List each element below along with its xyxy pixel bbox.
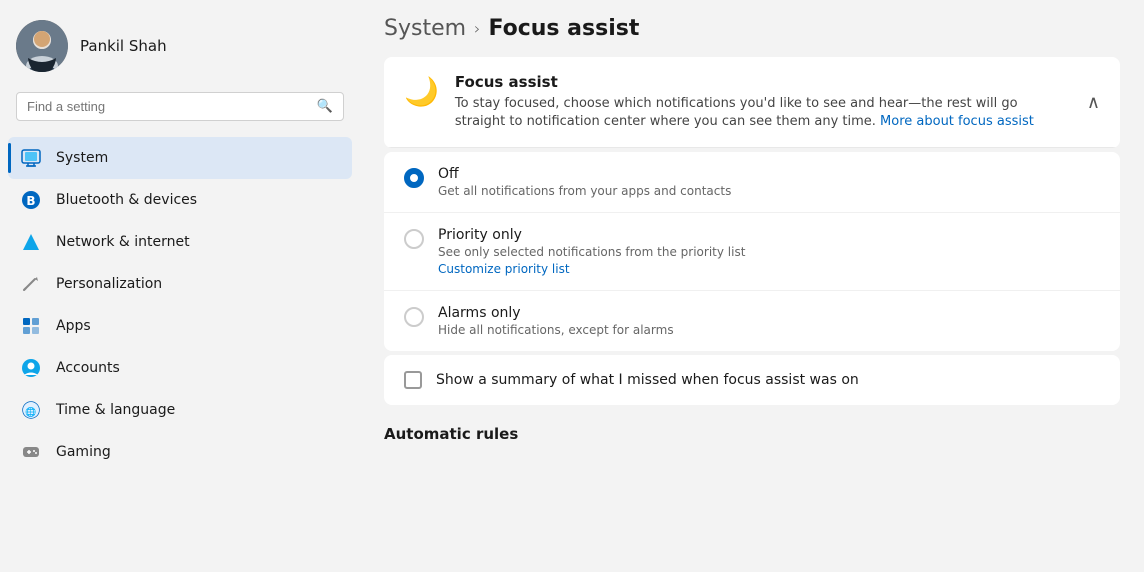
card-title: Focus assist [455,73,1071,91]
radio-desc-alarms: Hide all notifications, except for alarm… [438,323,1100,337]
search-container: 🔍 [0,88,360,133]
radio-desc-priority: See only selected notifications from the… [438,245,1100,259]
sidebar-item-accounts[interactable]: Accounts [8,347,352,389]
radio-button-off[interactable] [404,168,424,188]
card-header: 🌙 Focus assist To stay focused, choose w… [384,57,1120,148]
show-summary-checkbox[interactable] [404,371,422,389]
profile-section: Pankil Shah [0,0,360,88]
sidebar-item-label-accounts: Accounts [56,360,120,376]
radio-title-off: Off [438,166,1100,182]
sidebar-item-label-bluetooth: Bluetooth & devices [56,192,197,208]
sidebar-item-label-gaming: Gaming [56,444,111,460]
breadcrumb-chevron: › [474,19,480,38]
focus-assist-card: 🌙 Focus assist To stay focused, choose w… [384,57,1120,148]
radio-option-off[interactable]: Off Get all notifications from your apps… [384,152,1120,213]
radio-label-alarms: Alarms only Hide all notifications, exce… [438,305,1100,337]
system-icon [20,147,42,169]
radio-option-alarms[interactable]: Alarms only Hide all notifications, exce… [384,291,1120,351]
sidebar-item-label-personalization: Personalization [56,276,162,292]
radio-options-section: Off Get all notifications from your apps… [384,152,1120,351]
breadcrumb-current: Focus assist [488,16,639,41]
accounts-icon [20,357,42,379]
radio-option-priority[interactable]: Priority only See only selected notifica… [384,213,1120,291]
sidebar: Pankil Shah 🔍 System B [0,0,360,572]
search-icon: 🔍 [317,99,333,114]
sidebar-item-system[interactable]: System [8,137,352,179]
svg-text:B: B [26,194,35,208]
sidebar-item-label-system: System [56,150,108,166]
radio-label-off: Off Get all notifications from your apps… [438,166,1100,198]
collapse-chevron[interactable]: ∧ [1087,92,1100,113]
breadcrumb: System › Focus assist [384,16,1120,41]
checkbox-option[interactable]: Show a summary of what I missed when foc… [384,355,1120,405]
sidebar-item-label-time: Time & language [56,402,175,418]
main-content: System › Focus assist 🌙 Focus assist To … [360,0,1144,572]
sidebar-item-network[interactable]: Network & internet [8,221,352,263]
checkbox-section: Show a summary of what I missed when foc… [384,355,1120,405]
sidebar-item-gaming[interactable]: Gaming [8,431,352,473]
svg-text:🌐: 🌐 [25,406,36,418]
focus-assist-icon: 🌙 [404,75,439,108]
radio-label-priority: Priority only See only selected notifica… [438,227,1100,276]
radio-button-priority[interactable] [404,229,424,249]
nav-list: System B Bluetooth & devices Network & i… [0,133,360,572]
gaming-icon [20,441,42,463]
apps-icon [20,315,42,337]
radio-desc-off: Get all notifications from your apps and… [438,184,1100,198]
sidebar-item-bluetooth[interactable]: B Bluetooth & devices [8,179,352,221]
breadcrumb-parent: System [384,16,466,41]
personalization-icon [20,273,42,295]
sidebar-item-personalization[interactable]: Personalization [8,263,352,305]
customize-priority-link[interactable]: Customize priority list [438,262,1100,276]
network-icon [20,231,42,253]
card-header-text: Focus assist To stay focused, choose whi… [455,73,1071,131]
radio-button-alarms[interactable] [404,307,424,327]
sidebar-item-label-apps: Apps [56,318,91,334]
sidebar-item-apps[interactable]: Apps [8,305,352,347]
avatar [16,20,68,72]
search-input[interactable] [27,99,309,114]
avatar-image [16,20,68,72]
more-about-link[interactable]: More about focus assist [880,114,1034,129]
checkbox-label: Show a summary of what I missed when foc… [436,372,859,388]
automatic-rules-title: Automatic rules [384,417,1120,451]
bluetooth-icon: B [20,189,42,211]
radio-title-alarms: Alarms only [438,305,1100,321]
time-icon: 🌐 [20,399,42,421]
card-description: To stay focused, choose which notificati… [455,95,1071,131]
sidebar-item-time[interactable]: 🌐 Time & language [8,389,352,431]
search-box[interactable]: 🔍 [16,92,344,121]
profile-name: Pankil Shah [80,37,167,55]
radio-title-priority: Priority only [438,227,1100,243]
sidebar-item-label-network: Network & internet [56,234,190,250]
